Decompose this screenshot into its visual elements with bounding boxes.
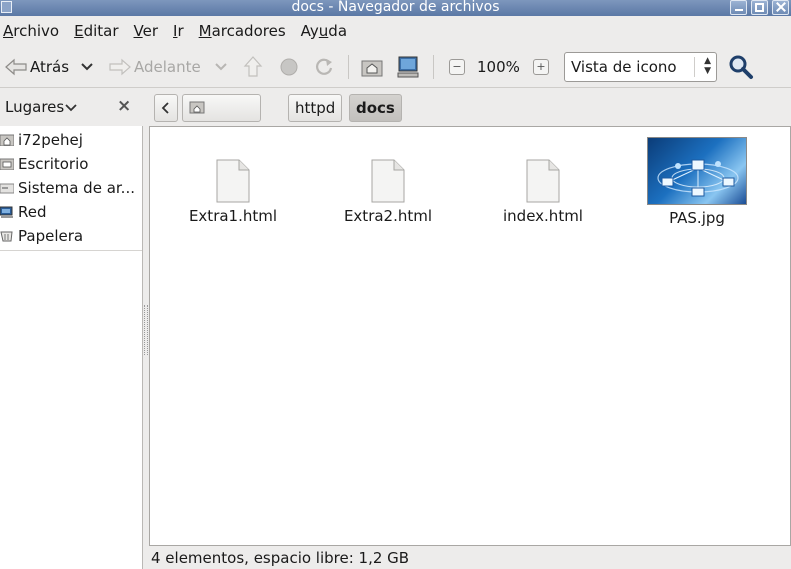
close-window-button[interactable] bbox=[772, 0, 789, 15]
breadcrumb-item-docs[interactable]: docs bbox=[349, 94, 402, 122]
sidebar-divider bbox=[0, 250, 142, 251]
sidebar: Lugares × i72pehej Escritorio Sistema de… bbox=[0, 90, 143, 569]
view-mode-value: Vista de icono bbox=[571, 58, 677, 76]
file-name: PAS.jpg bbox=[669, 209, 725, 227]
zoom-out-button[interactable]: − bbox=[449, 59, 465, 75]
search-button[interactable] bbox=[728, 46, 754, 88]
maximize-button[interactable] bbox=[751, 0, 768, 15]
toolbar: Atrás Adelante − 100% + Vista de icono ▲… bbox=[0, 46, 791, 88]
stop-icon bbox=[280, 58, 298, 76]
computer-button[interactable] bbox=[396, 46, 420, 88]
toolbar-separator bbox=[348, 55, 349, 79]
close-sidebar-icon[interactable]: × bbox=[117, 96, 131, 116]
sidebar-item-desktop[interactable]: Escritorio bbox=[0, 152, 142, 176]
chevron-down-icon bbox=[65, 104, 77, 112]
menu-editar[interactable]: Editar bbox=[74, 22, 118, 40]
menu-ver[interactable]: Ver bbox=[134, 22, 159, 40]
pane-resize-handle[interactable] bbox=[144, 305, 148, 355]
sidebar-item-filesystem[interactable]: Sistema de ar... bbox=[0, 176, 142, 200]
sidebar-item-network[interactable]: Red bbox=[0, 200, 142, 224]
back-history-dropdown[interactable] bbox=[80, 46, 94, 88]
file-name: Extra2.html bbox=[343, 207, 433, 225]
image-thumbnail bbox=[647, 137, 747, 205]
places-list: i72pehej Escritorio Sistema de ar... Red… bbox=[0, 128, 142, 248]
reload-icon bbox=[316, 58, 333, 75]
toolbar-separator bbox=[433, 55, 434, 79]
trash-icon bbox=[0, 231, 13, 242]
up-button[interactable] bbox=[242, 46, 264, 88]
forward-button[interactable]: Adelante bbox=[108, 46, 201, 88]
window-title: docs - Navegador de archivos bbox=[291, 0, 500, 15]
breadcrumb-item-home[interactable]: i72pehej bbox=[182, 94, 261, 143]
file-item[interactable]: Extra1.html bbox=[163, 137, 303, 225]
chevron-down-icon bbox=[81, 63, 93, 71]
menu-marcadores[interactable]: Marcadores bbox=[199, 22, 286, 40]
desktop-icon bbox=[0, 158, 14, 170]
file-item[interactable]: index.html bbox=[473, 137, 613, 225]
computer-icon bbox=[397, 56, 419, 78]
breadcrumb-item-httpd[interactable]: httpd bbox=[288, 94, 343, 122]
view-mode-select[interactable]: Vista de icono ▲ ▼ bbox=[564, 52, 717, 82]
home-folder-icon bbox=[0, 134, 14, 146]
zoom-level[interactable]: 100% bbox=[477, 46, 520, 88]
forward-arrow-icon bbox=[109, 58, 131, 76]
menu-ir[interactable]: Ir bbox=[173, 22, 184, 40]
menu-archivo[interactable]: Archivo bbox=[3, 22, 59, 40]
spin-arrows-icon: ▲ ▼ bbox=[704, 56, 711, 76]
breadcrumb-scroll-left-button[interactable] bbox=[154, 94, 178, 122]
file-item[interactable]: PAS.jpg bbox=[627, 137, 767, 227]
back-button[interactable]: Atrás bbox=[4, 46, 69, 88]
menu-bar: Archivo Editar Ver Ir Marcadores Ayuda bbox=[0, 17, 791, 45]
sidebar-item-trash[interactable]: Papelera bbox=[0, 224, 142, 248]
forward-label: Adelante bbox=[134, 58, 201, 76]
home-button[interactable] bbox=[360, 46, 384, 88]
html-file-icon bbox=[215, 159, 251, 203]
sidebar-item-home[interactable]: i72pehej bbox=[0, 128, 142, 152]
network-icon bbox=[0, 206, 13, 218]
filesystem-icon bbox=[0, 183, 14, 194]
home-folder-icon bbox=[189, 101, 205, 114]
file-item[interactable]: Extra2.html bbox=[318, 137, 458, 225]
html-file-icon bbox=[370, 159, 406, 203]
chevron-down-icon bbox=[215, 63, 227, 71]
up-arrow-icon bbox=[243, 56, 263, 77]
back-arrow-icon bbox=[5, 58, 27, 76]
stop-button[interactable] bbox=[278, 46, 300, 88]
file-name: index.html bbox=[503, 207, 583, 225]
zoom-in-button[interactable]: + bbox=[533, 59, 549, 75]
html-file-icon bbox=[525, 159, 561, 203]
file-view[interactable]: Extra1.html Extra2.html index.html PAS.j… bbox=[149, 126, 791, 546]
file-name: Extra1.html bbox=[188, 207, 278, 225]
menu-ayuda[interactable]: Ayuda bbox=[301, 22, 347, 40]
sidebar-header: Lugares × bbox=[0, 90, 143, 126]
minimize-button[interactable] bbox=[730, 0, 747, 15]
chevron-left-icon bbox=[161, 102, 169, 114]
forward-history-dropdown[interactable] bbox=[214, 46, 228, 88]
reload-button[interactable] bbox=[313, 46, 335, 88]
home-folder-icon bbox=[361, 60, 383, 77]
back-label: Atrás bbox=[30, 58, 70, 76]
search-icon bbox=[729, 55, 753, 79]
title-bar: docs - Navegador de archivos bbox=[0, 0, 791, 16]
status-bar: 4 elementos, espacio libre: 1,2 GB bbox=[151, 549, 410, 567]
places-dropdown[interactable]: Lugares bbox=[5, 98, 77, 116]
